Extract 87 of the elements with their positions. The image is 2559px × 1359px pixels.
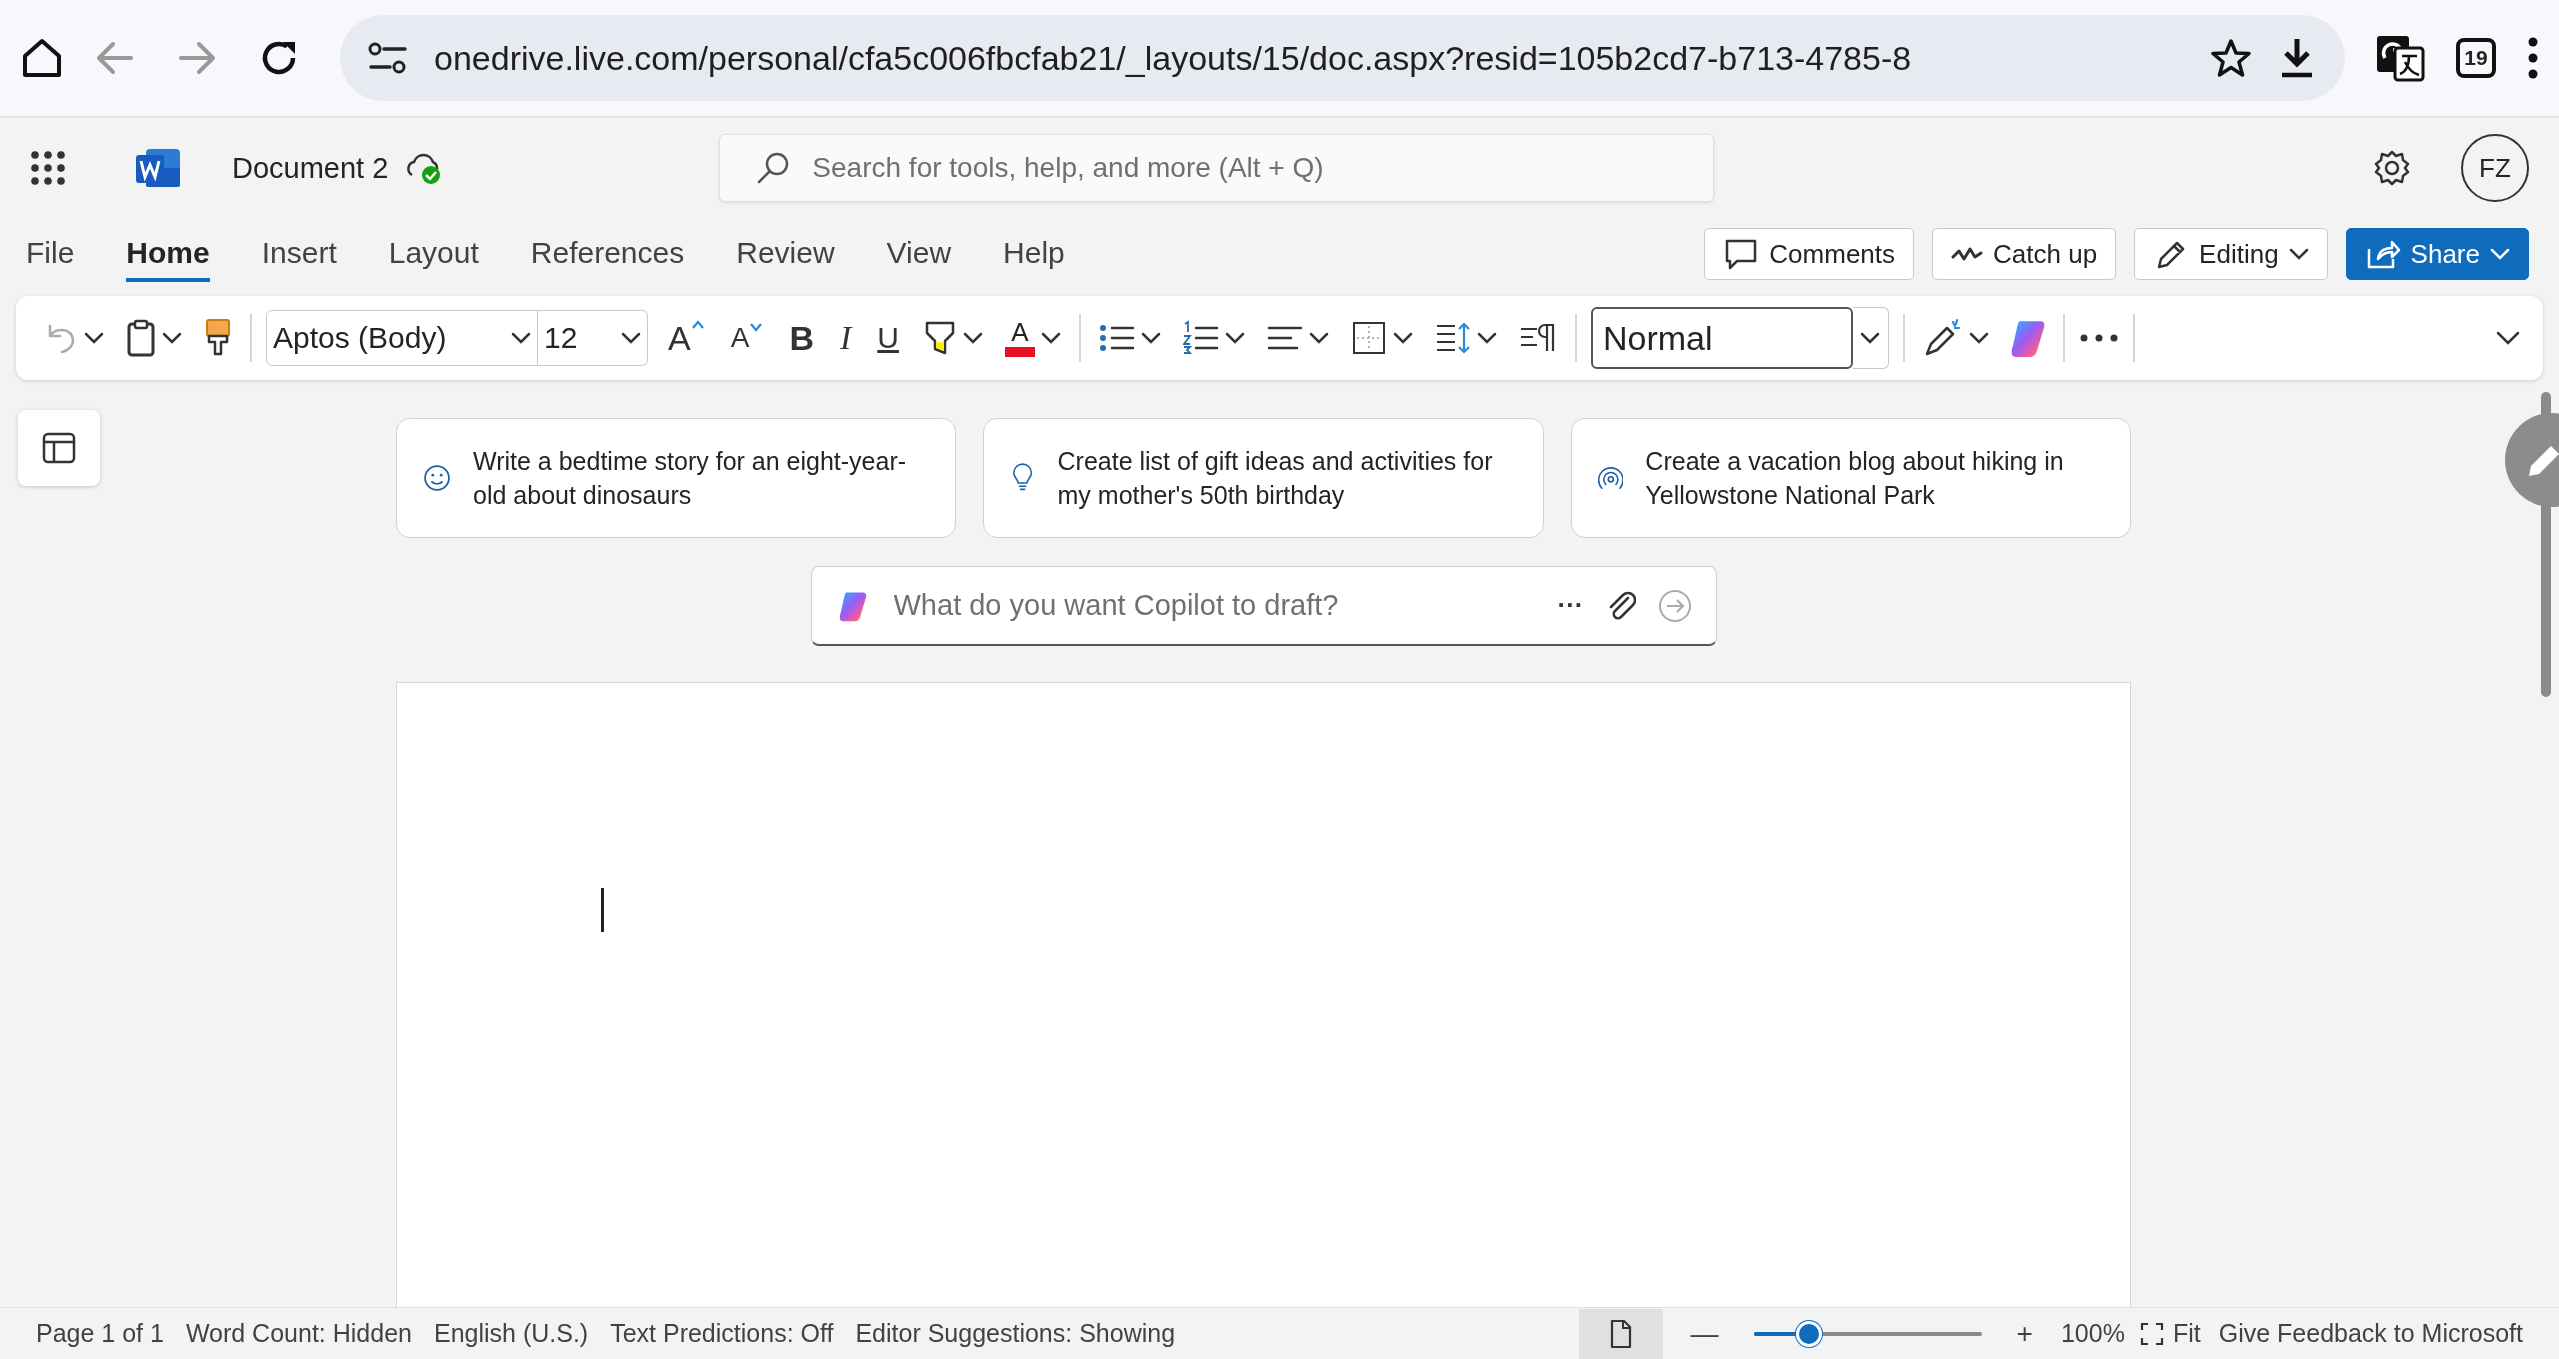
zoom-out-button[interactable]: — [1690, 1317, 1719, 1350]
grow-font-button[interactable]: A [662, 318, 711, 358]
catch-up-button[interactable]: Catch up [1932, 228, 2117, 280]
chevron-down-icon [621, 331, 641, 345]
more-vertical-icon[interactable] [2527, 36, 2539, 80]
translate-icon[interactable] [2375, 34, 2425, 82]
settings-icon[interactable] [2373, 149, 2411, 187]
status-item[interactable]: Text Predictions: Off [610, 1319, 834, 1348]
style-dropdown-button[interactable] [1852, 307, 1889, 369]
zoom-level[interactable]: 100% [2060, 1319, 2125, 1348]
chevron-down-icon [2490, 247, 2510, 261]
address-bar[interactable]: onedrive.live.com/personal/cfa5c006fbcfab21/_layouts/15/doc.aspx?resid=105b2cd7-b713-4785-8 [340, 15, 2345, 101]
chevron-down-icon [1476, 331, 1497, 345]
editing-mode-button[interactable]: Editing [2134, 228, 2328, 280]
chevron-down-icon [1860, 331, 1881, 345]
bold-button[interactable]: B [783, 318, 820, 358]
chevron-down-icon [2288, 247, 2309, 261]
copilot-prompt-box[interactable]: What do you want Copilot to draft? ··· [810, 566, 1717, 646]
clipboard-icon [126, 319, 156, 357]
star-icon[interactable] [2211, 38, 2251, 78]
zoom-in-button[interactable]: + [2016, 1317, 2033, 1350]
ribbon-tab[interactable]: View [886, 226, 952, 282]
status-item[interactable]: Page 1 of 1 [36, 1319, 164, 1348]
ribbon-tab[interactable]: Review [736, 226, 835, 282]
ribbon-tab[interactable]: File [26, 226, 75, 282]
shrink-font-button[interactable]: A [724, 322, 770, 354]
chevron-down-icon [1040, 331, 1061, 345]
app-launcher-icon[interactable] [30, 150, 66, 186]
italic-button[interactable]: I [833, 319, 858, 357]
more-options-icon[interactable] [2078, 333, 2119, 343]
chevron-down-icon [84, 331, 104, 345]
print-layout-button[interactable] [1578, 1308, 1663, 1359]
numbered-list-icon [1182, 320, 1219, 356]
slider-thumb[interactable] [1796, 1320, 1823, 1347]
search-icon [756, 151, 791, 185]
chevron-down-icon [1968, 331, 1989, 345]
font-size-dropdown[interactable]: 12 [538, 310, 648, 366]
ribbon-tab[interactable]: Home [126, 226, 210, 282]
style-field[interactable]: Normal [1590, 307, 1853, 369]
prompt-suggestion-card[interactable]: Create list of gift ideas and activities for my mother's 50th birthday [983, 418, 1544, 538]
chevron-down-icon [1308, 331, 1329, 345]
status-item[interactable]: English (U.S.) [433, 1319, 589, 1348]
feedback-link[interactable]: Give Feedback to Microsoft [2218, 1319, 2523, 1348]
share-button[interactable]: Share [2345, 228, 2529, 280]
more-options-button[interactable]: ··· [1557, 590, 1584, 621]
tab-count[interactable]: 19 [2456, 38, 2496, 78]
borders-icon [1350, 320, 1387, 356]
font-color-button[interactable]: A [1000, 310, 1065, 366]
line-spacing-icon [1434, 320, 1471, 356]
fit-button[interactable]: Fit [2138, 1319, 2201, 1348]
font-dropdown[interactable]: Aptos (Body) [266, 310, 538, 366]
ribbon-tab[interactable]: Help [1003, 226, 1065, 282]
document-icon [1608, 1318, 1633, 1349]
search-field[interactable]: Search for tools, help, and more (Alt + Q) [810, 151, 1678, 185]
layout-panel-icon [42, 432, 76, 464]
prompt-suggestion-card[interactable]: Write a bedtime story for an eight-year-old about dinosaurs [396, 418, 957, 538]
paintbrush-icon [204, 318, 232, 358]
chevron-down-icon [1224, 331, 1245, 345]
chevron-down-icon [962, 331, 983, 345]
prompt-suggestion-card[interactable]: Create a vacation blog about hiking in Yellowstone National Park [1570, 418, 2131, 538]
forward-arrow-icon[interactable] [177, 40, 217, 76]
underline-button[interactable]: U [871, 321, 905, 355]
chevron-down-icon [1140, 331, 1161, 345]
ribbon-tab[interactable]: Layout [388, 226, 479, 282]
site-settings-icon[interactable] [368, 41, 408, 75]
word-logo-icon[interactable] [136, 147, 182, 189]
wave-icon [1951, 247, 1984, 261]
navigation-pane-button[interactable] [18, 410, 100, 486]
back-arrow-icon[interactable] [95, 40, 135, 76]
status-item[interactable]: Word Count: Hidden [185, 1319, 412, 1348]
chevron-down-icon [162, 331, 182, 345]
document-title[interactable]: Document 2 [232, 151, 389, 185]
url-text: onedrive.live.com/personal/cfa5c006fbcfab21/_layouts/15/doc.aspx?resid=105b2cd7-b713-4785-8 [434, 38, 1913, 78]
account-avatar[interactable]: FZ [2461, 134, 2529, 202]
caret-down-icon [749, 322, 764, 332]
ribbon-tab[interactable]: Insert [261, 226, 337, 282]
collapse-ribbon-icon[interactable] [2495, 330, 2521, 346]
home-icon[interactable] [20, 36, 64, 80]
chevron-down-icon [1392, 331, 1413, 345]
ribbon-tab[interactable]: References [530, 226, 685, 282]
status-item[interactable]: Editor Suggestions: Showing [855, 1319, 1176, 1348]
search-bar[interactable]: Search for tools, help, and more (Alt + Q) [719, 134, 1715, 202]
fit-icon [2138, 1320, 2165, 1347]
comments-button[interactable]: Comments [1704, 228, 1915, 280]
text-cursor [601, 888, 604, 932]
chevron-down-icon [511, 331, 531, 345]
caret-up-icon [690, 318, 705, 329]
